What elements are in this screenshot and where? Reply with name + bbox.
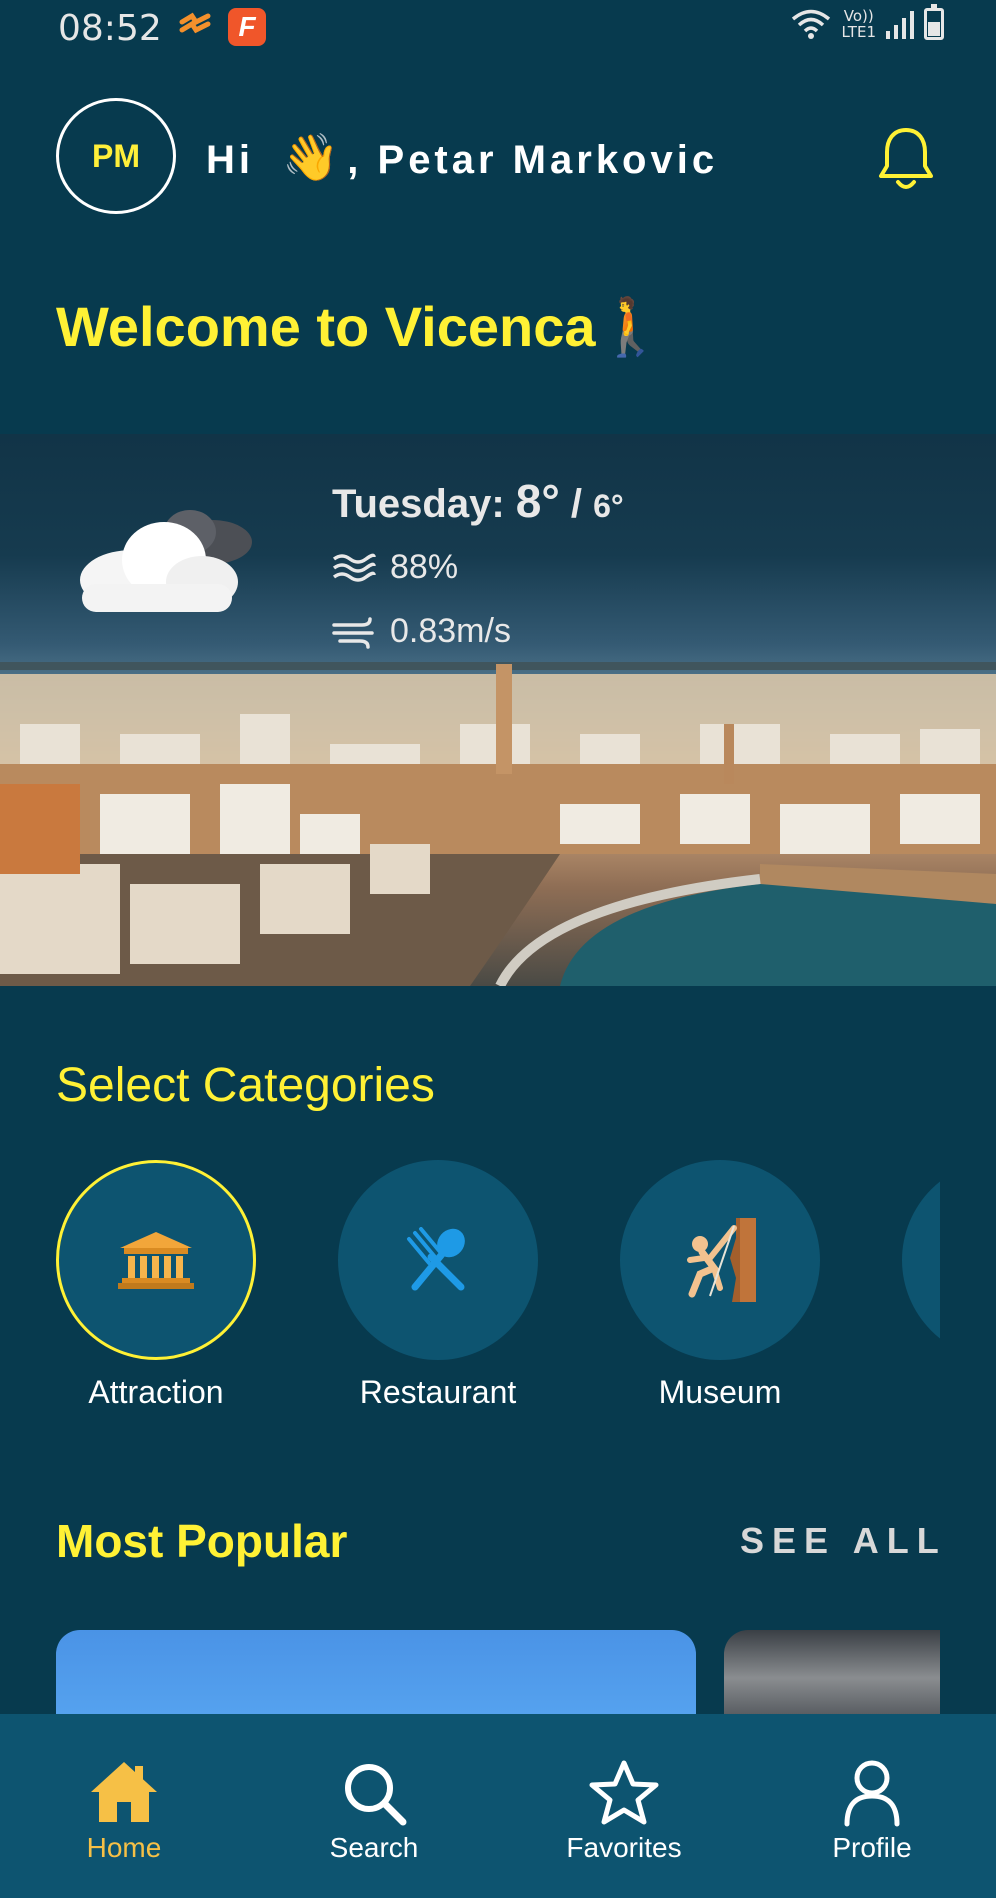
person-climbing-icon [687,1218,756,1302]
notification-heart-icon [178,12,212,42]
weather-low: 6° [593,488,624,524]
welcome-text: Welcome to Vicenca [56,295,596,358]
status-bar: 08:52 F Vo)) LTE1 [0,0,996,58]
greeting-prefix: Hi [206,138,254,182]
network-type-label: Vo)) LTE1 [842,8,876,40]
nav-label: Home [86,1832,162,1863]
notification-bell-icon[interactable] [876,124,936,194]
wave-emoji-icon: 👋 [282,131,344,183]
wind-icon [332,616,374,649]
home-icon [91,1762,157,1822]
avatar[interactable]: PM [56,98,176,214]
category-label: Attraction [88,1374,224,1410]
category-attraction[interactable]: Attraction [56,1160,256,1411]
nav-label: Favorites [566,1832,682,1863]
walking-person-icon: 🚶 [595,295,666,358]
weather-day: Tuesday: [332,482,505,526]
category-partial-next[interactable] [902,1180,940,1340]
signal-icon [886,9,914,39]
category-label: Museum [658,1374,782,1410]
greeting: Hi 👋, Petar Markovic [206,130,718,185]
category-museum[interactable]: Museum [620,1160,820,1411]
cloudy-weather-icon [80,510,252,612]
humidity-icon [332,553,376,582]
category-restaurant[interactable]: Restaurant [338,1160,538,1411]
category-circle[interactable] [620,1160,820,1360]
wind-row: 0.83m/s [332,612,511,651]
humidity-row: 88% [332,548,458,587]
weather-separator: / [570,482,582,526]
weather-high: 8° [515,475,560,527]
weather-day-temperature: Tuesday: 8° / 6° [332,474,624,528]
weather-hero: Tuesday: 8° / 6° 88% 0.83m/s [0,434,996,986]
see-all-button[interactable]: SEE ALL [740,1520,947,1562]
avatar-initials: PM [92,137,140,174]
greeting-name: , Petar Markovic [347,138,719,182]
star-icon [589,1760,659,1825]
wind-value: 0.83m/s [390,612,511,650]
category-circle[interactable] [56,1160,256,1360]
nav-home[interactable]: Home [44,1758,204,1864]
nav-label: Profile [832,1832,912,1863]
most-popular-title: Most Popular [56,1515,348,1567]
fork-and-spoon-icon [407,1227,465,1291]
wifi-icon [791,9,830,39]
lte-label: LTE1 [841,23,876,41]
humidity-value: 88% [390,548,459,586]
nav-profile[interactable]: Profile [792,1758,952,1864]
category-circle[interactable] [338,1160,538,1360]
classical-building-icon [118,1232,194,1289]
status-time: 08:52 [58,8,162,49]
bottom-navigation: Home Search Favorites Profile [0,1714,996,1898]
nav-search[interactable]: Search [294,1758,454,1864]
category-label: Restaurant [359,1374,517,1410]
volte-label: Vo)) [843,7,874,25]
search-icon [345,1764,407,1826]
battery-icon [924,4,944,40]
nav-label: Search [329,1832,419,1863]
user-icon [844,1760,900,1827]
categories-title: Select Categories [56,1059,435,1112]
welcome-title: Welcome to Vicenca🚶 [56,294,665,360]
app-notification-icon: F [228,8,266,46]
nav-favorites[interactable]: Favorites [544,1758,704,1864]
